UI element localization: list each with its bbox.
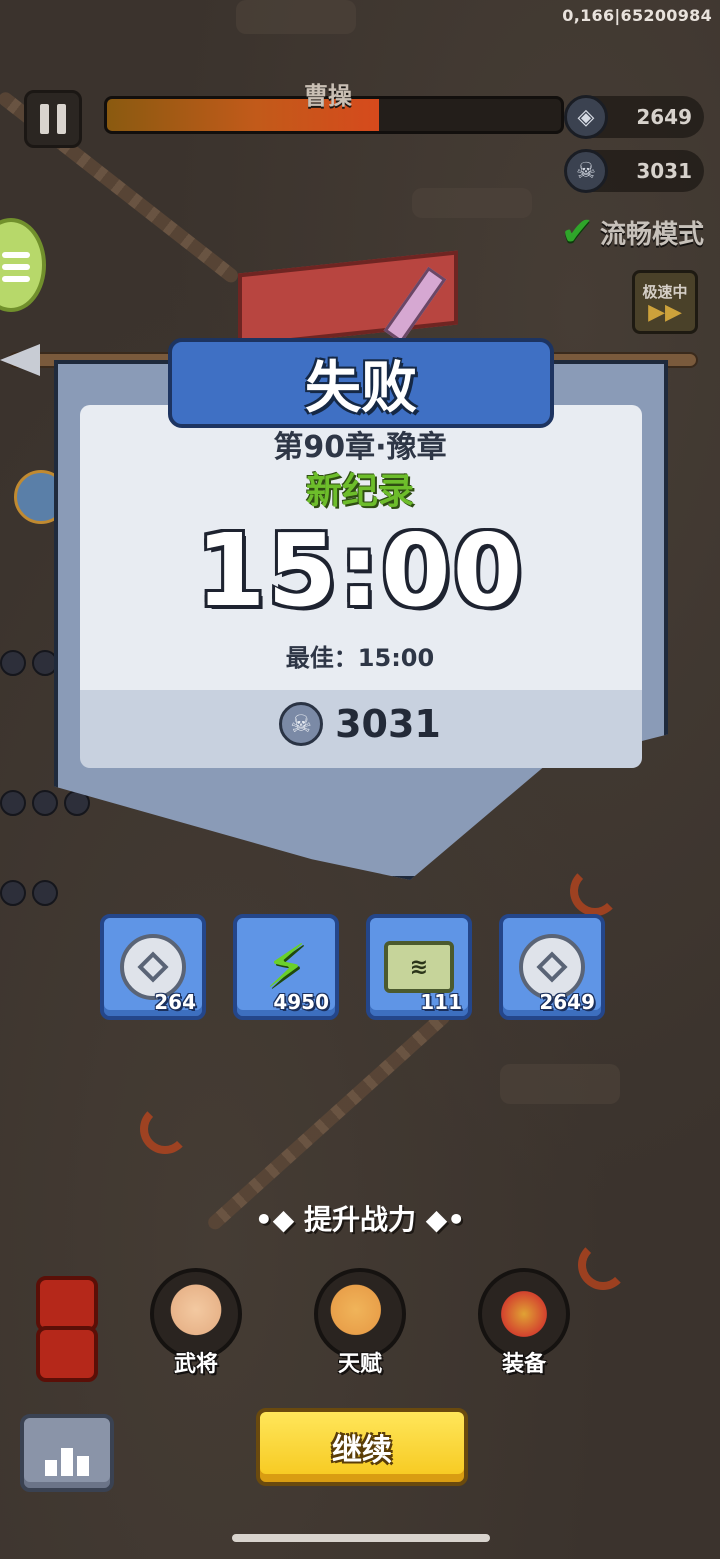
hero-upgrade-button[interactable]: 武将 bbox=[148, 1268, 244, 1378]
skull-icon: ☠ bbox=[279, 702, 324, 746]
podium-icon bbox=[45, 1460, 57, 1476]
reward-item-energy[interactable]: ⚡ 4950 bbox=[233, 914, 339, 1020]
skull-icon: ☠ bbox=[564, 149, 608, 193]
power-up-title: •◆ 提升战力 ◆• bbox=[254, 1203, 466, 1236]
ground-patch bbox=[236, 0, 356, 34]
reward-list: 264 ⚡ 4950 ≋ 111 2649 bbox=[100, 914, 605, 1020]
fire-slash-effect bbox=[570, 866, 620, 916]
result-title-banner: 失败 bbox=[168, 338, 554, 428]
best-time: 最佳：15:00 bbox=[285, 644, 435, 672]
equipment-upgrade-button[interactable]: 装备 bbox=[476, 1268, 572, 1378]
result-title: 失败 bbox=[305, 355, 417, 421]
coin-icon: ◈ bbox=[564, 95, 608, 139]
fire-slash-effect bbox=[140, 1104, 190, 1154]
currency-coins: ◈ 2649 bbox=[564, 95, 704, 139]
speed-button[interactable]: 极速中 ▶▶ bbox=[632, 270, 698, 334]
red-shrub bbox=[36, 1326, 98, 1382]
enemy-group bbox=[0, 790, 90, 816]
checkmark-icon: ✔ bbox=[560, 209, 594, 255]
ground-patch bbox=[412, 188, 532, 218]
talent-upgrade-button[interactable]: 天赋 bbox=[312, 1268, 408, 1378]
reward-item-silver-coin[interactable]: 2649 bbox=[499, 914, 605, 1020]
power-up-options: 武将 天赋 装备 bbox=[148, 1268, 572, 1378]
continue-button[interactable]: 继续 bbox=[256, 1408, 468, 1486]
survival-time: 15:00 bbox=[195, 512, 525, 629]
reward-item-silver-coin[interactable]: 264 bbox=[100, 914, 206, 1020]
spear-tip-decoration bbox=[0, 344, 40, 376]
smooth-mode-toggle[interactable]: ✔ 流畅模式 bbox=[560, 212, 704, 252]
stats-button[interactable] bbox=[20, 1414, 114, 1492]
boss-name: 曹操 bbox=[304, 82, 352, 110]
new-record-label: 新纪录 bbox=[305, 471, 414, 512]
chapter-label: 第90章·豫章 bbox=[273, 430, 447, 465]
red-shrub bbox=[36, 1276, 98, 1332]
currency-skulls: ☠ 3031 bbox=[564, 149, 704, 193]
fire-slash-effect bbox=[578, 1240, 628, 1290]
home-indicator[interactable] bbox=[232, 1534, 490, 1542]
ground-patch bbox=[500, 1064, 620, 1104]
enemy-group bbox=[0, 880, 58, 906]
energy-bolt-icon: ⚡ bbox=[264, 932, 308, 1002]
scroll-icon: ≋ bbox=[384, 941, 454, 993]
reward-item-scroll[interactable]: ≋ 111 bbox=[366, 914, 472, 1020]
pause-button[interactable] bbox=[24, 90, 82, 148]
debug-coordinates: 0,166|65200984 bbox=[562, 6, 712, 25]
fast-forward-icon: ▶▶ bbox=[648, 299, 682, 325]
pause-icon bbox=[40, 104, 49, 134]
kill-count: ☠ 3031 bbox=[0, 702, 720, 746]
